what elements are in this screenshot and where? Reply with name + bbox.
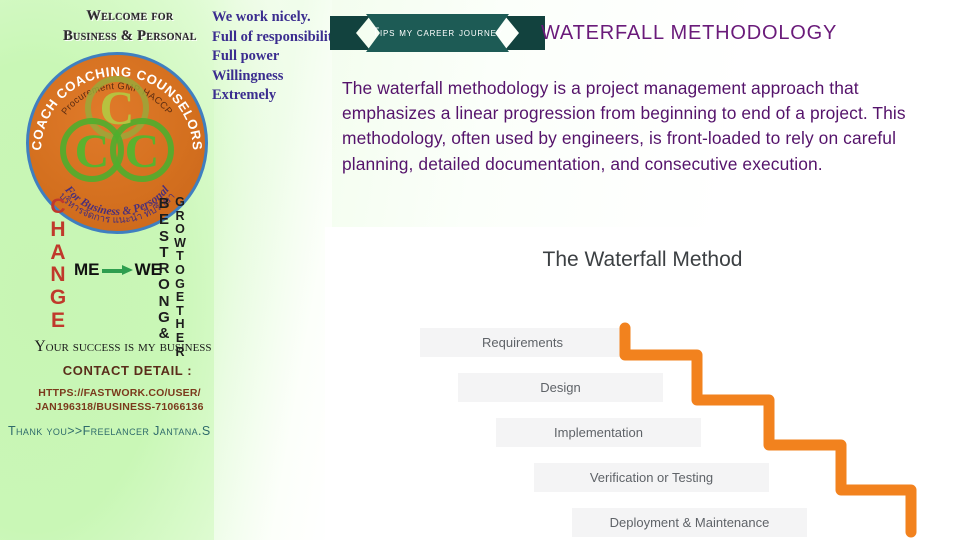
waterfall-stage-label: Design bbox=[540, 380, 581, 395]
success-tagline: Your success is my business bbox=[34, 338, 212, 355]
bullet-item: Full power bbox=[212, 48, 280, 64]
acrostic-change: CHANGE bbox=[45, 195, 71, 333]
change-letter: A bbox=[50, 240, 66, 264]
ribbon-label: Tips my career journey bbox=[372, 27, 503, 39]
arrow-right-icon bbox=[101, 265, 133, 275]
change-letter: G bbox=[49, 286, 67, 310]
acrostic-growtogether: GROWTOGETHER bbox=[172, 195, 188, 359]
bestrong-letter: B bbox=[158, 195, 170, 212]
contact-url-line-2: JAN196318/BUSINESS-71066136 bbox=[35, 401, 204, 413]
grow-letter: R bbox=[175, 208, 185, 223]
we-label: WE bbox=[134, 260, 162, 279]
grow-letter: E bbox=[175, 290, 185, 305]
bullet-item: We work nicely. bbox=[212, 9, 311, 25]
grow-letter: O bbox=[175, 222, 185, 237]
grow-letter: G bbox=[175, 195, 185, 209]
bullet-item: Willingness bbox=[212, 67, 284, 84]
grow-letter: T bbox=[176, 303, 184, 318]
waterfall-stage-label: Implementation bbox=[554, 425, 643, 440]
me-label: ME bbox=[74, 260, 100, 279]
welcome-line-2: Business & Personal bbox=[63, 28, 197, 44]
welcome-heading: Welcome for Business & Personal bbox=[30, 6, 230, 46]
bestrong-letter: E bbox=[158, 211, 169, 229]
page-title: WATERFALL METHODOLOGY bbox=[541, 22, 838, 44]
bullet-item: Full of responsibility bbox=[212, 28, 340, 45]
waterfall-stage: Design bbox=[458, 373, 663, 402]
tips-ribbon-banner: Tips my career journey bbox=[330, 14, 545, 52]
me-to-we-group: ME WE bbox=[74, 258, 162, 282]
waterfall-stage: Verification or Testing bbox=[534, 463, 769, 492]
value-bullet-list: We work nicely. Full of responsibility Ful… bbox=[212, 8, 340, 106]
bestrong-letter: N bbox=[158, 292, 170, 310]
change-letter: N bbox=[50, 263, 66, 287]
waterfall-stage: Deployment & Maintenance bbox=[572, 508, 807, 537]
waterfall-diagram-title: The Waterfall Method bbox=[542, 248, 743, 271]
bestrong-letter: S bbox=[158, 227, 169, 245]
grow-letter: H bbox=[175, 317, 185, 332]
change-letter: H bbox=[50, 217, 66, 241]
grow-letter: O bbox=[175, 262, 185, 277]
bullet-item: Extremely bbox=[212, 87, 277, 103]
waterfall-stage-label: Verification or Testing bbox=[589, 470, 714, 485]
grow-letter: W bbox=[174, 235, 186, 250]
waterfall-stage: Implementation bbox=[496, 418, 701, 447]
slide-canvas: Welcome for Business & Personal COACH CO… bbox=[0, 0, 960, 540]
waterfall-stage-label: Requirements bbox=[482, 335, 563, 350]
thanks-signature: Thank you>>Freelancer Jantana.S bbox=[8, 424, 211, 438]
contact-detail-heading: CONTACT DETAIL : bbox=[62, 363, 193, 378]
change-letter: E bbox=[50, 308, 65, 332]
welcome-line-1: Welcome for bbox=[86, 8, 174, 24]
logo-ccc-letters: C C C bbox=[60, 76, 174, 182]
waterfall-stage-label: Deployment & Maintenance bbox=[609, 515, 770, 530]
svg-text:C: C bbox=[125, 125, 160, 178]
waterfall-stage: Requirements bbox=[420, 328, 625, 357]
body-paragraph: The waterfall methodology is a project m… bbox=[342, 78, 906, 174]
contact-url[interactable]: HTTPS://FASTWORK.CO/USER/ JAN196318/BUSI… bbox=[12, 386, 227, 414]
contact-url-line-1: HTTPS://FASTWORK.CO/USER/ bbox=[38, 387, 201, 399]
change-letter: C bbox=[50, 195, 66, 218]
bestrong-letter: G bbox=[158, 309, 170, 327]
grow-letter: T bbox=[176, 249, 184, 264]
waterfall-diagram: The Waterfall Method Requirements Design I… bbox=[325, 227, 960, 540]
grow-letter: G bbox=[175, 276, 185, 291]
svg-text:C: C bbox=[75, 125, 110, 178]
